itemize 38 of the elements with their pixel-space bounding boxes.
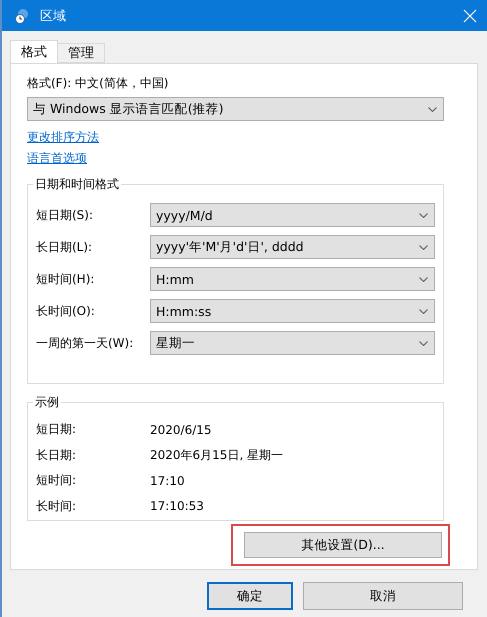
tab[interactable]: 格式 bbox=[10, 40, 58, 63]
chevron-down-icon bbox=[419, 244, 428, 250]
example-label: 短日期: bbox=[36, 421, 78, 438]
field-label: 长日期(L): bbox=[36, 238, 94, 256]
window-title: 区域 bbox=[40, 8, 67, 24]
ok-button[interactable]: 确定 bbox=[207, 582, 293, 610]
example-value: 17:10:53 bbox=[150, 499, 204, 514]
example-label: 长日期: bbox=[36, 446, 78, 464]
field-label: 长时间(O): bbox=[36, 302, 96, 320]
field-label: 短时间(H): bbox=[36, 270, 96, 288]
additional-settings-button[interactable]: 其他设置(D)... bbox=[244, 532, 442, 558]
cancel-button[interactable]: 取消 bbox=[303, 582, 463, 610]
field-label: 短日期(S): bbox=[36, 206, 94, 224]
format-dropdown[interactable]: H:mm bbox=[150, 267, 435, 291]
globe-clock-icon bbox=[14, 8, 30, 24]
tab[interactable]: 管理 bbox=[57, 43, 105, 63]
chevron-down-icon bbox=[419, 340, 428, 346]
group-title: 日期和时间格式 bbox=[34, 176, 120, 193]
example-value: 2020年6月15日, 星期一 bbox=[150, 446, 284, 464]
example-value: 2020/6/15 bbox=[150, 422, 212, 437]
close-icon[interactable] bbox=[463, 8, 477, 22]
format-dropdown[interactable]: 与 Windows 显示语言匹配(推荐) bbox=[27, 97, 444, 121]
example-value: 17:10 bbox=[150, 474, 185, 488]
field-label: 一周的第一天(W): bbox=[36, 334, 134, 352]
format-dropdown[interactable]: H:mm:ss bbox=[150, 299, 435, 323]
chevron-down-icon bbox=[419, 276, 428, 282]
chevron-down-icon bbox=[419, 212, 428, 218]
chevron-down-icon bbox=[428, 106, 437, 112]
format-dropdown[interactable]: yyyy'年'M'月'd'日', dddd bbox=[150, 235, 435, 259]
group-title: 示例 bbox=[34, 394, 60, 411]
chevron-down-icon bbox=[419, 308, 428, 314]
link[interactable]: 语言首选项 bbox=[27, 148, 87, 169]
example-label: 长时间: bbox=[36, 498, 78, 515]
format-dropdown[interactable]: yyyy/M/d bbox=[150, 203, 435, 227]
format-label: 格式(F): 中文(简体，中国) bbox=[27, 75, 170, 91]
example-label: 短时间: bbox=[36, 472, 78, 490]
format-dropdown[interactable]: 星期一 bbox=[150, 331, 435, 355]
link[interactable]: 更改排序方法 bbox=[27, 127, 99, 148]
